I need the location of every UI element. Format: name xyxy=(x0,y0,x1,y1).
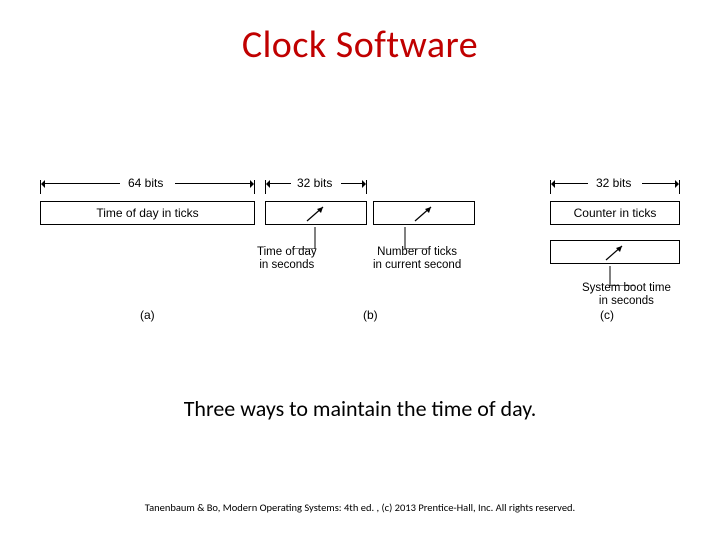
fig-letter-b: (b) xyxy=(363,308,378,322)
box-c-label: Counter in ticks xyxy=(574,206,657,220)
figure: 64 bits Time of day in ticks (a) 32 bits xyxy=(40,180,680,350)
box-a-label: Time of day in ticks xyxy=(96,206,198,220)
sublabel-b1: Time of dayin seconds xyxy=(257,246,317,272)
box-stack-b xyxy=(265,201,475,225)
fig-col-a: 64 bits Time of day in ticks xyxy=(40,180,255,225)
width-label-c: 32 bits xyxy=(596,176,631,190)
fig-letter-a: (a) xyxy=(140,308,155,322)
sublabel-b2: Number of ticksin current second xyxy=(373,246,461,272)
caption: Three ways to maintain the time of day. xyxy=(0,395,720,422)
width-bar-b: 32 bits xyxy=(265,180,367,198)
sublabel-c: System boot timein seconds xyxy=(582,282,671,308)
width-label-a: 64 bits xyxy=(128,176,163,190)
box-c-top: Counter in ticks xyxy=(550,201,680,225)
page-title: Clock Software xyxy=(0,0,720,68)
fig-col-c: 32 bits Counter in ticks System boot tim… xyxy=(490,180,680,300)
width-bar-c: 32 bits xyxy=(550,180,680,198)
box-b-right xyxy=(373,201,475,225)
box-a: Time of day in ticks xyxy=(40,201,255,225)
fig-col-b: 32 bits Time of dayin seconds Number of … xyxy=(265,180,475,261)
fig-letter-c: (c) xyxy=(600,308,614,322)
slide: Clock Software 64 bits Time of day in ti… xyxy=(0,0,720,540)
box-b-left xyxy=(265,201,367,225)
width-label-b: 32 bits xyxy=(297,176,332,190)
footer: Tanenbaum & Bo, Modern Operating Systems… xyxy=(0,501,720,514)
width-bar-a: 64 bits xyxy=(40,180,255,198)
box-c-bottom xyxy=(550,240,680,264)
